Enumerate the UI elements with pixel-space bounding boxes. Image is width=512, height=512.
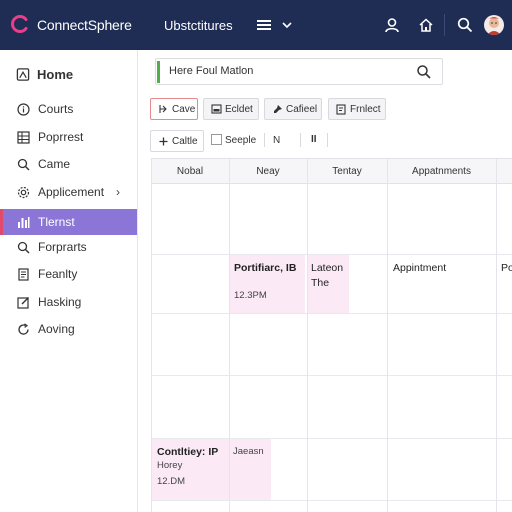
pause-button[interactable]: II <box>311 134 317 145</box>
checkbox-label: Seeple <box>225 135 257 146</box>
document-icon <box>16 267 30 281</box>
event-title: Jaeasn <box>233 446 264 457</box>
sidebar-item-poprrest[interactable]: Poprrest <box>0 124 137 150</box>
grid-line <box>387 158 388 512</box>
cancel-button[interactable]: Cafieel <box>264 98 322 120</box>
sidebar-item-label: Hasking <box>38 295 82 309</box>
brand-name[interactable]: ConnectSphere <box>37 17 132 33</box>
filter-divider <box>327 133 328 147</box>
prev-button[interactable]: N <box>273 135 280 146</box>
filter-divider <box>300 133 301 147</box>
sidebar-item-label: Forprarts <box>38 240 87 254</box>
grid-line <box>307 158 308 512</box>
column-header[interactable]: Neay <box>229 158 307 184</box>
user-icon[interactable] <box>381 14 403 36</box>
sidebar-item-home[interactable]: Home <box>0 61 137 87</box>
event-subtitle: Horey <box>157 460 183 471</box>
event-title[interactable]: Po <box>501 262 512 274</box>
event-time: 12.DM <box>157 476 185 487</box>
button-label: Ecldet <box>225 103 253 115</box>
document-icon <box>335 103 347 115</box>
grid-line <box>151 158 152 512</box>
sidebar-item-hasking[interactable]: Hasking <box>0 289 137 315</box>
search-icon <box>16 157 30 171</box>
home-icon[interactable] <box>415 14 437 36</box>
filter-divider <box>264 133 265 147</box>
edit-icon <box>210 103 222 115</box>
button-label: Cave <box>172 103 196 115</box>
save-icon <box>157 103 169 115</box>
sidebar-item-label: Courts <box>38 102 74 116</box>
search-accent <box>157 61 160 83</box>
sidebar-item-courts[interactable]: Courts <box>0 96 137 122</box>
sidebar-item-label: Aoving <box>38 322 75 336</box>
sidebar-item-forprarts[interactable]: Forprarts <box>0 234 137 260</box>
calendar-button[interactable]: Caltle <box>150 130 204 152</box>
search-input[interactable]: Here Foul Matlon <box>155 58 443 85</box>
grid-line <box>151 375 512 376</box>
pin-icon <box>271 103 283 115</box>
edit-button[interactable]: Ecldet <box>203 98 259 120</box>
chevron-down-icon[interactable] <box>276 14 298 36</box>
edit-icon <box>16 295 30 309</box>
info-icon <box>16 102 30 116</box>
top-bar: ConnectSphere Ubstctitures <box>0 0 512 50</box>
sidebar-item-label: Poprrest <box>38 130 84 144</box>
button-label: Caltle <box>172 135 198 147</box>
column-header <box>496 158 512 184</box>
calendar-grid: Nobal Neay Tentay Appatnments Portifiarc… <box>151 158 512 512</box>
sidebar-item-label: Tlernst <box>38 215 75 229</box>
sidebar-item-label: Came <box>38 157 71 171</box>
sidebar-item-feanlty[interactable]: Feanlty <box>0 261 137 287</box>
refresh-icon <box>16 322 30 336</box>
event-title: Contltiey: IP <box>157 446 219 458</box>
menu-icon[interactable] <box>253 14 275 36</box>
grid-line <box>151 254 512 255</box>
chevron-right-icon[interactable]: › <box>116 185 120 199</box>
event-title[interactable]: Appintment <box>393 262 446 274</box>
search-icon[interactable] <box>416 64 432 80</box>
home-icon <box>16 67 30 81</box>
button-label: Frnlect <box>350 103 381 115</box>
sidebar-item-applicement[interactable]: Applicement › <box>0 179 137 205</box>
logo-icon <box>11 15 28 33</box>
sidebar: Home Courts Poprrest Came Applicement › … <box>0 50 138 512</box>
event-subtitle: The <box>311 277 330 289</box>
plus-icon <box>157 135 169 147</box>
search-icon[interactable] <box>454 14 476 36</box>
avatar[interactable] <box>484 15 504 35</box>
search-value: Here Foul Matlon <box>169 65 254 77</box>
event-title: Portifiarc, IB <box>234 262 297 274</box>
sidebar-item-aoving[interactable]: Aoving <box>0 316 137 342</box>
grid-line <box>151 500 512 501</box>
sidebar-item-label: Applicement <box>38 185 105 199</box>
topbar-divider <box>444 14 445 36</box>
event-title: Lateon <box>311 262 344 274</box>
people-checkbox[interactable] <box>211 134 222 145</box>
chart-icon <box>16 215 30 229</box>
sidebar-item-came[interactable]: Came <box>0 151 137 177</box>
sidebar-item-tlernst[interactable]: Tlernst <box>0 209 137 235</box>
column-header[interactable]: Appatnments <box>387 158 496 184</box>
button-label: Cafieel <box>286 103 318 115</box>
project-button[interactable]: Frnlect <box>328 98 386 120</box>
save-button[interactable]: Cave <box>150 98 198 120</box>
grid-line <box>151 438 512 439</box>
grid-line <box>496 158 497 512</box>
event-time: 12.3PM <box>234 290 267 301</box>
column-header[interactable]: Nobal <box>151 158 229 184</box>
grid-line <box>229 158 230 512</box>
grid-line <box>151 313 512 314</box>
grid-icon <box>16 130 30 144</box>
sidebar-item-label: Feanlty <box>38 267 78 281</box>
sidebar-item-label: Home <box>37 66 74 82</box>
column-header[interactable]: Tentay <box>307 158 387 184</box>
settings-icon <box>16 185 30 199</box>
section-title: Ubstctitures <box>164 18 233 33</box>
search-icon <box>16 240 30 254</box>
